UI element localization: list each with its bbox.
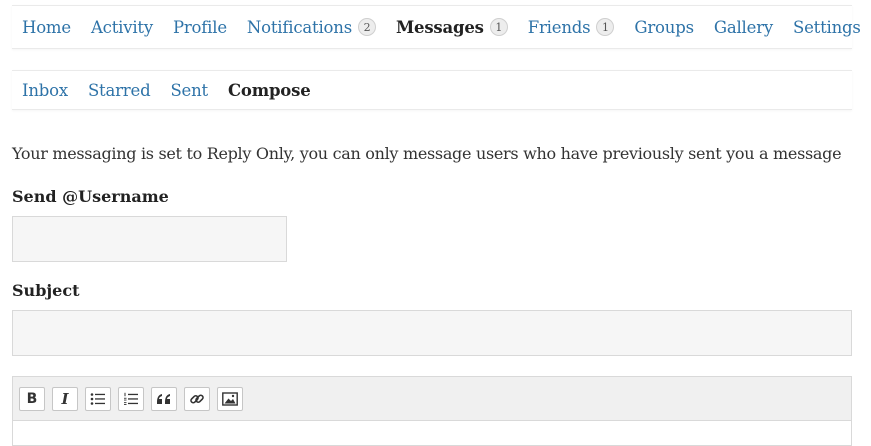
username-label: Send @Username — [12, 187, 169, 206]
bulleted-list-icon — [90, 392, 106, 406]
main-nav: Home Activity Profile Notifications 2 Mes… — [12, 5, 861, 49]
blockquote-button[interactable] — [151, 386, 177, 411]
subnav-item-label: Starred — [87, 80, 151, 100]
friends-count-badge: 1 — [596, 18, 615, 36]
nav-item-label: Gallery — [713, 17, 774, 37]
nav-item-label: Messages — [395, 17, 484, 37]
nav-item-label: Notifications — [246, 17, 352, 37]
image-icon — [222, 391, 238, 406]
messages-count-badge: 1 — [489, 18, 508, 36]
nav-item-home[interactable]: Home — [22, 18, 71, 37]
username-input[interactable] — [12, 216, 287, 262]
nav-item-label: Friends — [527, 17, 591, 37]
nav-item-activity[interactable]: Activity — [91, 18, 153, 37]
nav-item-settings[interactable]: Settings — [793, 18, 861, 37]
nav-item-label: Profile — [172, 17, 227, 37]
nav-item-label: Settings — [793, 17, 861, 37]
subnav-item-label: Inbox — [22, 80, 68, 100]
blockquote-icon — [156, 392, 172, 406]
messages-subnav: Inbox Starred Sent Compose — [12, 70, 852, 110]
nav-item-messages[interactable]: Messages 1 — [396, 18, 508, 37]
subject-label: Subject — [12, 281, 80, 300]
bold-button[interactable]: B — [19, 386, 45, 411]
bold-icon: B — [26, 390, 38, 407]
nav-item-label: Groups — [634, 17, 694, 37]
subnav-item-starred[interactable]: Starred — [87, 80, 151, 100]
subject-input[interactable] — [12, 310, 852, 356]
nav-item-groups[interactable]: Groups — [634, 17, 694, 37]
italic-button[interactable]: I — [52, 386, 78, 411]
nav-item-label: Activity — [90, 17, 153, 37]
subnav-item-inbox[interactable]: Inbox — [22, 81, 68, 100]
link-button[interactable] — [184, 386, 210, 411]
image-button[interactable] — [217, 386, 243, 411]
numbered-list-icon — [123, 392, 139, 406]
reply-only-notice: Your messaging is set to Reply Only, you… — [12, 144, 842, 163]
numbered-list-button[interactable] — [118, 386, 144, 411]
editor-toolbar: B I — [13, 377, 851, 421]
subnav-item-compose[interactable]: Compose — [228, 81, 311, 100]
message-body-area[interactable] — [13, 421, 851, 445]
subnav-item-sent[interactable]: Sent — [170, 81, 208, 100]
nav-item-gallery[interactable]: Gallery — [714, 18, 773, 37]
bulleted-list-button[interactable] — [85, 386, 111, 411]
italic-icon: I — [61, 389, 69, 408]
link-icon — [189, 391, 205, 407]
subnav-item-label: Compose — [227, 80, 311, 100]
notifications-count-badge: 2 — [357, 18, 376, 36]
message-editor: B I — [12, 376, 852, 446]
nav-item-notifications[interactable]: Notifications 2 — [247, 18, 376, 37]
nav-item-profile[interactable]: Profile — [173, 18, 227, 37]
subnav-item-label: Sent — [170, 80, 208, 100]
nav-item-label: Home — [22, 17, 71, 37]
nav-item-friends[interactable]: Friends 1 — [528, 18, 615, 37]
